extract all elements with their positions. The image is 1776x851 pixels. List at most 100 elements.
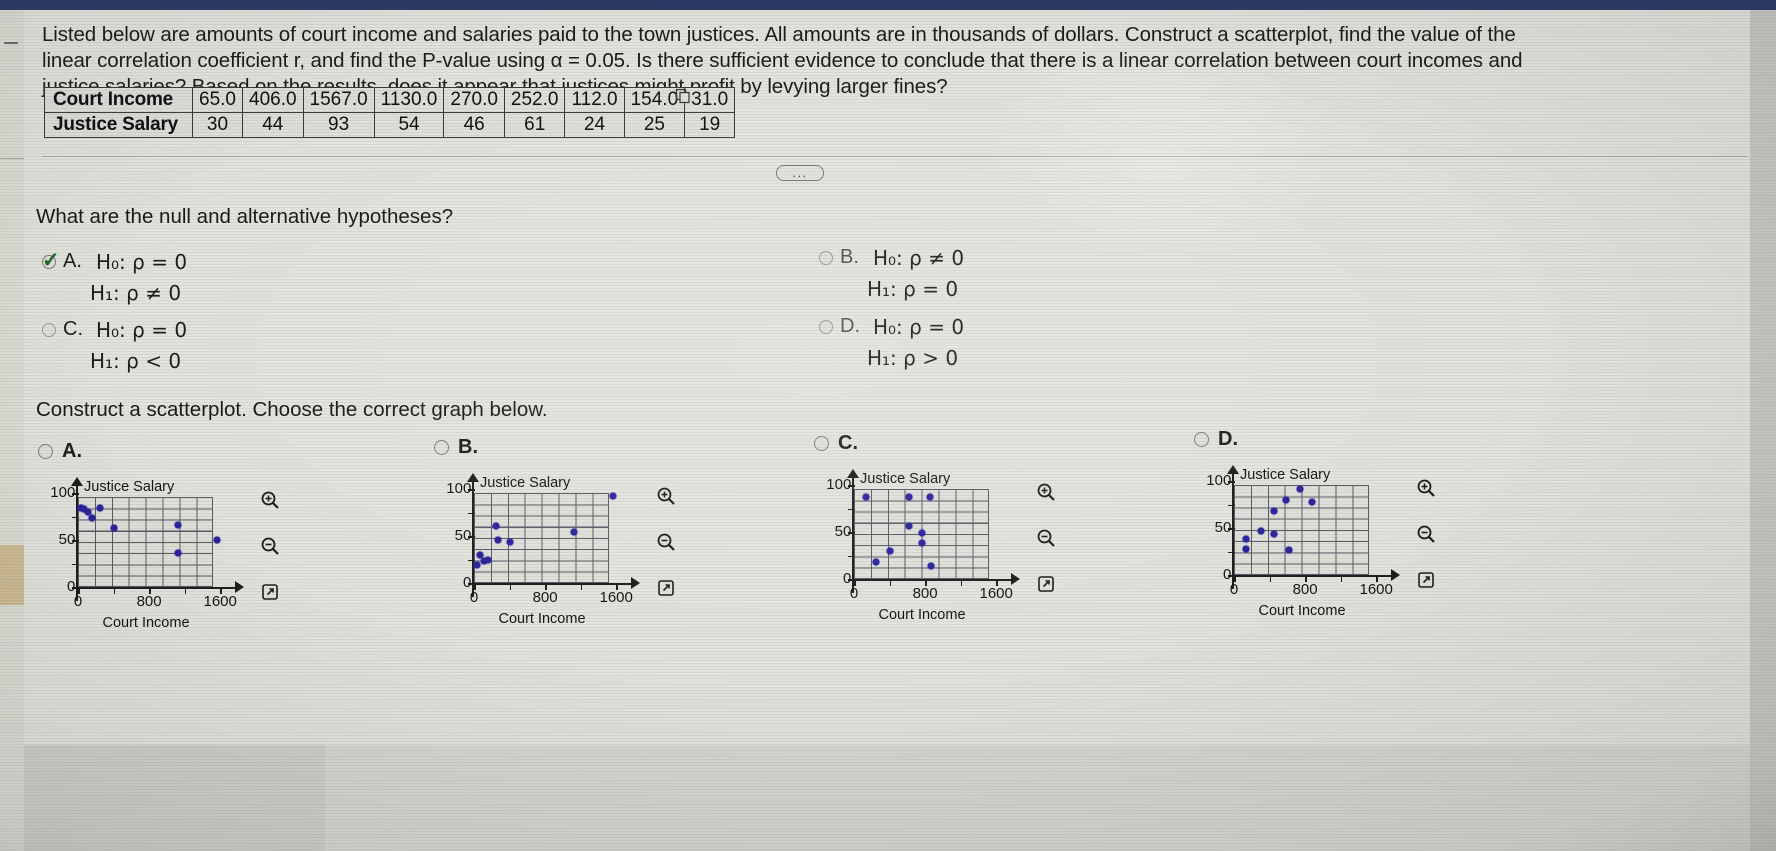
y-tick-label: 100 bbox=[1206, 472, 1232, 490]
data-point bbox=[1282, 496, 1290, 504]
y-tick-label: 50 bbox=[58, 531, 76, 549]
option-a-key: A. bbox=[63, 250, 82, 272]
y-tick-minor bbox=[72, 563, 79, 566]
zoom-in-icon[interactable] bbox=[1029, 475, 1063, 509]
x-tick-label: 800 bbox=[532, 589, 558, 606]
cell: 25 bbox=[623, 112, 686, 138]
data-table: Court Income 65.0 406.0 1567.0 1130.0 27… bbox=[44, 87, 736, 138]
expand-icon[interactable] bbox=[253, 575, 287, 609]
cell: 1130.0 bbox=[373, 87, 445, 113]
y-axis-title: Justice Salary bbox=[1240, 467, 1331, 483]
radio-graph-a[interactable] bbox=[38, 444, 53, 459]
y-axis-title: Justice Salary bbox=[84, 479, 175, 495]
screen-photo: Listed below are amounts of court income… bbox=[0, 0, 1776, 851]
x-axis-title: Court Income bbox=[102, 615, 190, 631]
right-edge-strip bbox=[1750, 10, 1776, 851]
zoom-out-icon[interactable] bbox=[649, 525, 683, 559]
bottom-left-panel bbox=[0, 745, 325, 851]
expand-icon[interactable] bbox=[1409, 563, 1443, 597]
zoom-out-icon[interactable] bbox=[253, 529, 287, 563]
expand-icon[interactable] bbox=[1029, 567, 1063, 601]
hypothesis-option-a[interactable]: ✓ A. H₀: ρ = 0 H₁: ρ ≠ 0 bbox=[42, 250, 187, 305]
expand-icon[interactable] bbox=[649, 571, 683, 605]
y-tick-label: 0 bbox=[842, 570, 852, 588]
y-tick-label: 100 bbox=[826, 476, 852, 494]
cell: 44 bbox=[242, 112, 304, 138]
x-axis-arrow-icon bbox=[1011, 573, 1020, 585]
cell: 1567.0 bbox=[302, 87, 375, 113]
data-point bbox=[862, 493, 870, 501]
option-a-h0: H₀: ρ = 0 bbox=[96, 250, 188, 274]
graph-choice-a[interactable]: A. 0 800 1600 0 50 100 Justice Salary Court Inc… bbox=[38, 440, 398, 631]
y-tick-minor bbox=[72, 516, 79, 519]
left-dash-marker bbox=[4, 42, 18, 44]
y-tick-minor bbox=[468, 512, 475, 515]
graph-tools-b bbox=[649, 479, 683, 617]
data-point bbox=[918, 529, 926, 537]
zoom-in-icon[interactable] bbox=[1409, 471, 1443, 505]
hypothesis-option-d[interactable]: D. H₀: ρ = 0 H₁: ρ > 0 bbox=[819, 315, 964, 370]
data-point bbox=[570, 528, 578, 536]
hypothesis-option-b[interactable]: B. H₀: ρ ≠ 0 H₁: ρ = 0 bbox=[819, 246, 964, 301]
radio-option-a[interactable]: ✓ bbox=[42, 250, 60, 271]
y-tick-minor bbox=[468, 559, 475, 562]
radio-graph-b[interactable] bbox=[434, 440, 449, 455]
data-point bbox=[926, 493, 934, 501]
data-point bbox=[484, 556, 492, 564]
cell: 270.0 bbox=[443, 87, 505, 113]
more-options-button[interactable]: ... bbox=[776, 165, 824, 181]
graph-choice-b-label[interactable]: B. bbox=[434, 436, 794, 459]
zoom-out-icon[interactable] bbox=[1409, 517, 1443, 551]
data-point bbox=[506, 538, 514, 546]
cell: 30 bbox=[192, 112, 243, 138]
radio-option-c[interactable] bbox=[42, 323, 56, 337]
data-point bbox=[96, 504, 104, 512]
y-tick-label: 0 bbox=[66, 578, 76, 596]
zoom-in-icon[interactable] bbox=[253, 483, 287, 517]
graph-choice-d-label[interactable]: D. bbox=[1194, 428, 1554, 451]
x-tick-minor bbox=[960, 579, 963, 586]
left-tan-block bbox=[0, 545, 24, 605]
radio-graph-d[interactable] bbox=[1194, 432, 1209, 447]
cell: 54 bbox=[373, 112, 445, 138]
zoom-out-icon[interactable] bbox=[1029, 521, 1063, 555]
radio-option-d[interactable] bbox=[819, 320, 833, 334]
graph-a-key: A. bbox=[62, 440, 82, 462]
copy-icon[interactable] bbox=[675, 88, 691, 104]
data-point bbox=[886, 547, 894, 555]
left-divider-line bbox=[0, 158, 24, 159]
hypothesis-option-c[interactable]: C. H₀: ρ = 0 H₁: ρ < 0 bbox=[42, 318, 187, 373]
cell: 24 bbox=[564, 112, 625, 138]
scatterplot-b: 0 800 1600 0 50 100 Justice Salary Court Income bbox=[434, 471, 794, 627]
graph-d-key: D. bbox=[1218, 428, 1238, 450]
plot-area-b: 0 800 1600 0 50 100 Justice Salary Court Income bbox=[446, 473, 640, 627]
y-axis-title: Justice Salary bbox=[480, 475, 571, 491]
cell: 31.0 bbox=[684, 87, 736, 113]
zoom-in-icon[interactable] bbox=[649, 479, 683, 513]
cell: 46 bbox=[443, 112, 505, 138]
exercise-content-sheet: Listed below are amounts of court income… bbox=[24, 10, 1750, 745]
graph-choice-b[interactable]: B. 0 800 1600 0 50 100 Justice Salary Court Inc… bbox=[434, 436, 794, 627]
graph-choice-c[interactable]: C. 0 800 1600 0 50 100 Justice Salary Court Inc… bbox=[814, 432, 1174, 623]
y-tick-minor bbox=[1228, 504, 1235, 507]
x-tick-label: 800 bbox=[1292, 581, 1318, 598]
x-axis-arrow-icon bbox=[631, 577, 640, 589]
cell: 65.0 bbox=[192, 87, 243, 113]
x-tick-label: 0 bbox=[73, 593, 83, 610]
y-tick-label: 50 bbox=[1214, 519, 1232, 537]
graph-choice-a-label[interactable]: A. bbox=[38, 440, 398, 463]
left-edge-strip bbox=[0, 10, 24, 851]
graph-tools-d bbox=[1409, 471, 1443, 609]
radio-option-b[interactable] bbox=[819, 251, 833, 265]
x-tick-label: 0 bbox=[469, 589, 479, 606]
graph-choice-d[interactable]: D. 0 800 1600 0 50 100 Justice Salary Court Inc… bbox=[1194, 428, 1554, 619]
graph-choice-c-label[interactable]: C. bbox=[814, 432, 1174, 455]
x-tick-label: 1600 bbox=[599, 589, 633, 606]
y-tick-label: 50 bbox=[454, 527, 472, 545]
row-label-justice-salary: Justice Salary bbox=[44, 112, 193, 138]
plot-area-d: 0 800 1600 0 50 100 Justice Salary Court Income bbox=[1206, 465, 1400, 619]
plot-area-a: 0 800 1600 0 50 100 Justice Salary Court Income bbox=[50, 477, 244, 631]
x-tick-minor bbox=[889, 579, 892, 586]
y-axis bbox=[852, 475, 854, 593]
radio-graph-c[interactable] bbox=[814, 436, 829, 451]
